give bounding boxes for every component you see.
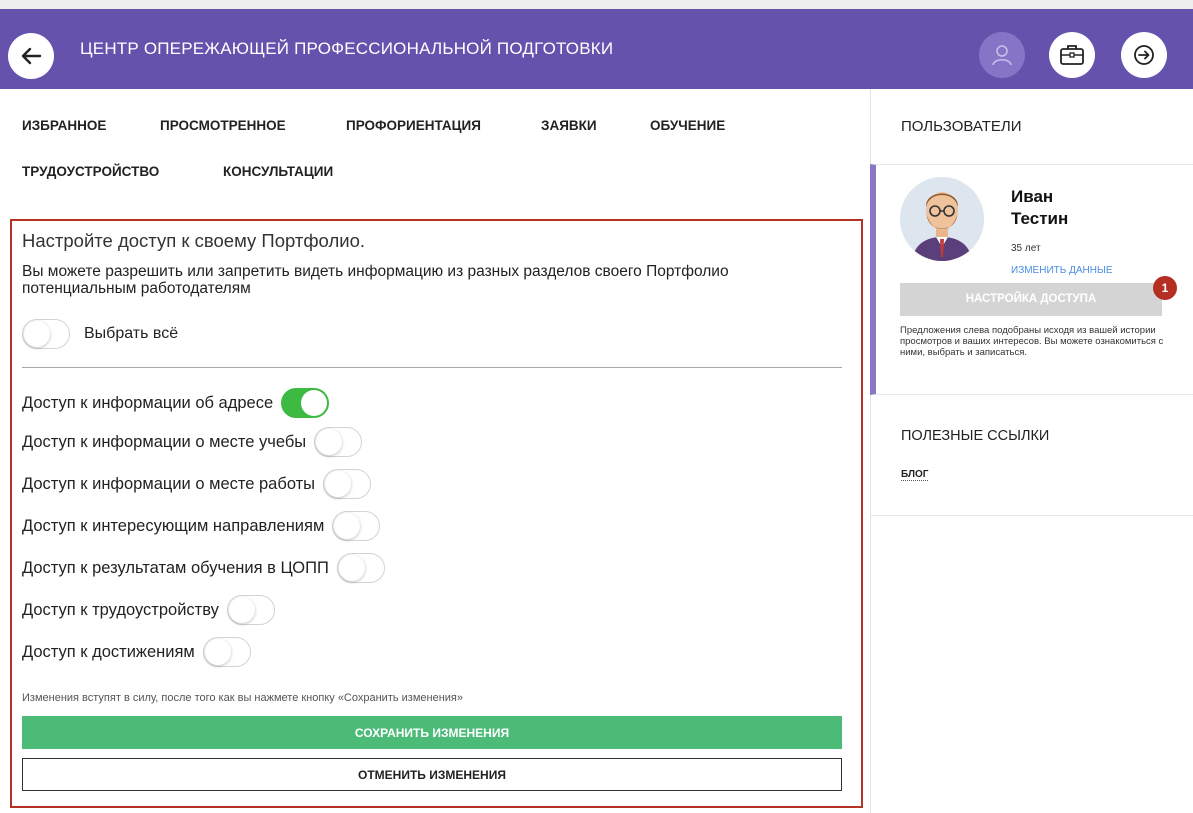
toggle-knob — [325, 471, 352, 497]
access-row-achievements: Доступ к достижениям — [22, 637, 251, 667]
toggle-knob — [204, 639, 231, 665]
access-label: Доступ к информации об адресе — [22, 393, 274, 412]
app-header: ЦЕНТР ОПЕРЕЖАЮЩЕЙ ПРОФЕССИОНАЛЬНОЙ ПОДГО… — [0, 9, 1193, 89]
access-row-address: Доступ к информации об адресе — [22, 388, 330, 418]
access-label: Доступ к достижениям — [22, 642, 195, 661]
access-row-interests: Доступ к интересующим направлениям — [22, 511, 381, 541]
access-row-study-place: Доступ к информации о месте учебы — [22, 427, 363, 457]
access-toggle-address[interactable] — [281, 388, 330, 418]
tab-employment[interactable]: ТРУДОУСТРОЙСТВО — [22, 164, 159, 179]
access-toggle-employment[interactable] — [226, 595, 275, 625]
profile-button[interactable] — [979, 32, 1025, 78]
user-avatar — [900, 177, 984, 261]
panel-title: Настройте доступ к своему Портфолио. — [22, 230, 365, 251]
logout-icon — [1134, 45, 1154, 65]
select-all-label: Выбрать всё — [84, 325, 179, 342]
user-age: 35 лет — [1011, 243, 1041, 254]
toggle-knob — [316, 429, 343, 455]
access-label: Доступ к трудоустройству — [22, 600, 219, 619]
tab-favorites[interactable]: ИЗБРАННОЕ — [22, 118, 106, 133]
access-toggle-interests[interactable] — [332, 511, 381, 541]
select-all-row: Выбрать всё — [22, 319, 178, 349]
edit-data-link[interactable]: ИЗМЕНИТЬ ДАННЫЕ — [1011, 265, 1113, 276]
toggle-knob — [338, 555, 365, 581]
panel-description: Вы можете разрешить или запретить видеть… — [22, 263, 729, 297]
access-label: Доступ к интересующим направлениям — [22, 516, 325, 535]
toggle-knob — [334, 513, 361, 539]
divider — [22, 367, 842, 368]
toggle-knob — [301, 390, 328, 416]
toggle-knob — [228, 597, 255, 623]
tab-career-guidance[interactable]: ПРОФОРИЕНТАЦИЯ — [346, 118, 481, 133]
access-toggle-study-place[interactable] — [314, 427, 363, 457]
access-toggle-learning-results[interactable] — [336, 553, 385, 583]
cancel-changes-button[interactable]: ОТМЕНИТЬ ИЗМЕНЕНИЯ — [22, 758, 842, 791]
user-first-name: Иван — [1011, 187, 1054, 206]
arrow-left-icon — [21, 47, 42, 65]
access-label: Доступ к результатам обучения в ЦОПП — [22, 558, 329, 577]
tab-applications[interactable]: ЗАЯВКИ — [541, 118, 597, 133]
users-title: ПОЛЬЗОВАТЕЛИ — [901, 118, 1022, 135]
tab-education[interactable]: ОБУЧЕНИЕ — [650, 118, 725, 133]
access-toggle-achievements[interactable] — [202, 637, 251, 667]
tab-consultations[interactable]: КОНСУЛЬТАЦИИ — [223, 164, 333, 179]
save-changes-button[interactable]: СОХРАНИТЬ ИЗМЕНЕНИЯ — [22, 716, 842, 749]
briefcase-button[interactable] — [1049, 32, 1095, 78]
user-card: Иван Тестин 35 лет ИЗМЕНИТЬ ДАННЫЕ НАСТР… — [870, 164, 1193, 395]
tab-viewed[interactable]: ПРОСМОТРЕННОЕ — [160, 118, 286, 133]
avatar-illustration — [900, 177, 984, 261]
blog-link[interactable]: БЛОГ — [901, 469, 929, 481]
access-label: Доступ к информации о месте работы — [22, 474, 316, 493]
save-note: Изменения вступят в силу, после того как… — [22, 692, 464, 704]
select-all-toggle[interactable] — [22, 319, 70, 349]
useful-links-block: ПОЛЕЗНЫЕ ССЫЛКИ БЛОГ — [870, 396, 1193, 516]
logout-button[interactable] — [1121, 32, 1167, 78]
access-label: Доступ к информации о месте учебы — [22, 432, 307, 451]
access-row-learning-results: Доступ к результатам обучения в ЦОПП — [22, 553, 385, 583]
access-settings-button[interactable]: НАСТРОЙКА ДОСТУПА — [900, 283, 1162, 316]
app-title: ЦЕНТР ОПЕРЕЖАЮЩЕЙ ПРОФЕССИОНАЛЬНОЙ ПОДГО… — [80, 39, 614, 58]
user-icon — [992, 45, 1012, 66]
briefcase-icon — [1060, 45, 1084, 65]
access-toggle-work-place[interactable] — [323, 469, 372, 499]
notification-badge: 1 — [1153, 276, 1177, 300]
useful-links-title: ПОЛЕЗНЫЕ ССЫЛКИ — [901, 428, 1050, 444]
toggle-knob — [24, 321, 50, 347]
access-row-work-place: Доступ к информации о месте работы — [22, 469, 372, 499]
top-strip — [0, 0, 1193, 9]
access-row-employment: Доступ к трудоустройству — [22, 595, 275, 625]
back-button[interactable] — [8, 33, 54, 79]
access-settings-panel: Настройте доступ к своему Портфолио. Вы … — [10, 219, 863, 808]
recommendations-note: Предложения слева подобраны исходя из ва… — [900, 325, 1164, 358]
user-last-name: Тестин — [1011, 209, 1069, 228]
